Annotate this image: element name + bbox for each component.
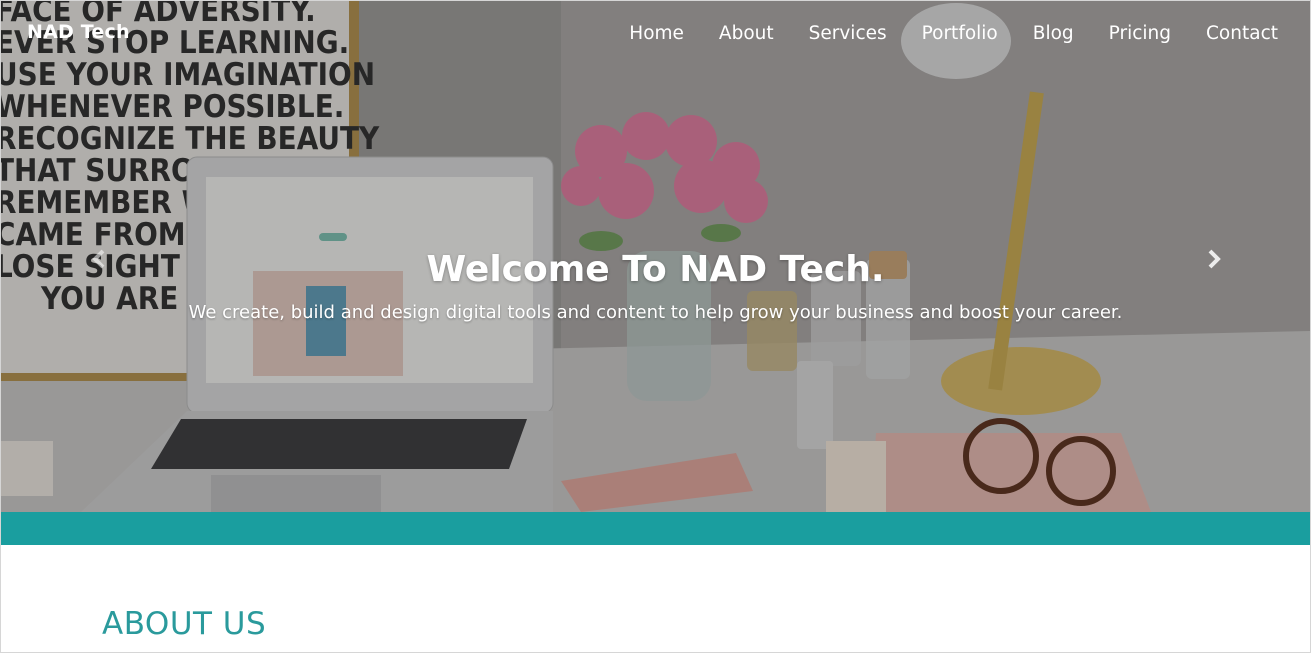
- hero-title: Welcome To NAD Tech.: [426, 249, 885, 290]
- nav-pricing[interactable]: Pricing: [1109, 23, 1171, 44]
- carousel-prev-button[interactable]: [79, 241, 119, 277]
- nav-home[interactable]: Home: [629, 23, 684, 44]
- accent-band: [1, 512, 1310, 545]
- nav-about[interactable]: About: [719, 23, 774, 44]
- about-heading: ABOUT US: [102, 606, 267, 642]
- nav-contact[interactable]: Contact: [1206, 23, 1278, 44]
- main-nav: Home About Services Portfolio Blog Prici…: [594, 23, 1278, 44]
- hero-subtitle: We create, build and design digital tool…: [188, 302, 1123, 323]
- nav-portfolio[interactable]: Portfolio: [922, 23, 998, 44]
- chevron-right-icon: [1208, 249, 1221, 269]
- chevron-left-icon: [92, 249, 105, 269]
- nav-blog[interactable]: Blog: [1033, 23, 1074, 44]
- hero-caption: Welcome To NAD Tech. We create, build an…: [1, 249, 1310, 323]
- carousel-next-button[interactable]: [1194, 241, 1234, 277]
- brand-logo[interactable]: NAD Tech: [27, 21, 130, 43]
- nav-services[interactable]: Services: [809, 23, 887, 44]
- hero-carousel: FACE OF ADVERSITY. EVER STOP LEARNING. U…: [1, 1, 1310, 512]
